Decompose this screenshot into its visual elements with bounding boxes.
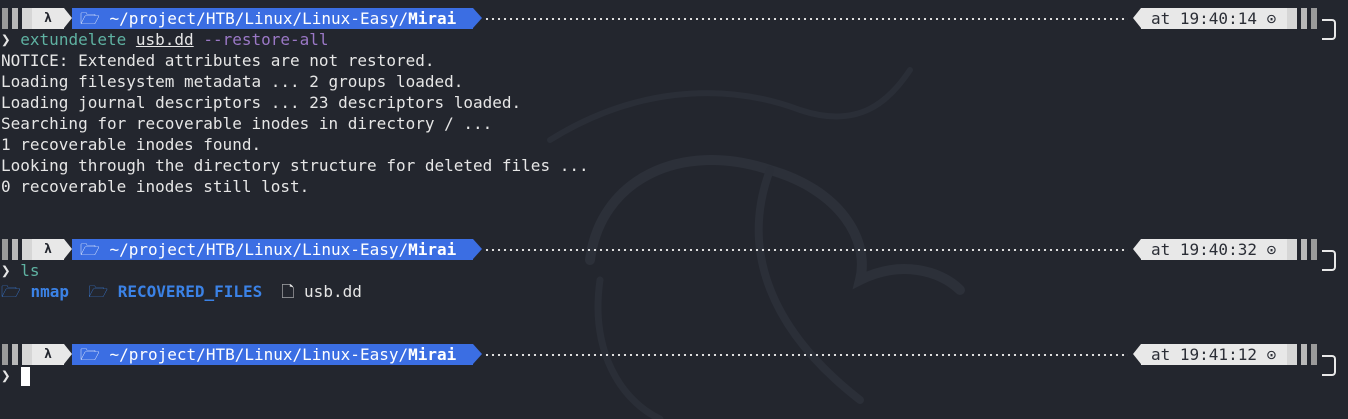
prompt-chevron-icon: ❯ — [1, 261, 11, 280]
output-line: NOTICE: Extended attributes are not rest… — [1, 51, 435, 70]
segment-separator — [473, 344, 482, 364]
folder-icon: 🗁 — [80, 9, 100, 28]
output-line: Searching for recoverable inodes in dire… — [1, 114, 493, 133]
command-argument: usb.dd — [135, 30, 194, 49]
prompt-bracket — [1322, 19, 1336, 40]
command-program: ls — [20, 261, 40, 280]
time-segment: at 19:40:32 ⊙ — [1141, 239, 1287, 260]
segment-separator — [64, 344, 72, 364]
path-segment: 🗁 ~/project/HTB/Linux/Linux-Easy/Mirai — [72, 344, 473, 365]
prompt-right-blocks — [1287, 8, 1317, 29]
output-line: Looking through the directory structure … — [1, 156, 589, 175]
command-option: --restore-all — [203, 30, 329, 49]
lambda-icon: λ — [32, 344, 64, 365]
folder-icon: 🗁 — [80, 345, 100, 364]
output-line: Loading filesystem metadata ... 2 groups… — [1, 72, 464, 91]
prompt-bar: λ 🗁 ~/project/HTB/Linux/Linux-Easy/Mirai… — [0, 344, 1348, 365]
path-segment: 🗁 ~/project/HTB/Linux/Linux-Easy/Mirai — [72, 8, 473, 29]
command-program: extundelete — [20, 30, 127, 49]
prompt-bracket — [1322, 250, 1336, 271]
clock-icon: ⊙ — [1266, 345, 1277, 364]
path-prefix: ~/project/HTB/Linux/Linux-Easy/ — [109, 240, 409, 259]
folder-icon: 🗁 — [80, 240, 100, 259]
path-segment: 🗁 ~/project/HTB/Linux/Linux-Easy/Mirai — [72, 239, 473, 260]
prompt-bar: λ 🗁 ~/project/HTB/Linux/Linux-Easy/Mirai… — [0, 8, 1348, 29]
folder-open-icon: 🗁 — [1, 282, 21, 301]
prompt-left-blocks — [2, 8, 32, 29]
file-icon: 🗋 — [281, 282, 295, 301]
prompt-chevron-icon: ❯ — [1, 366, 11, 385]
time-label: at 19:40:32 — [1151, 240, 1257, 259]
current-dir: Mirai — [408, 240, 457, 259]
output-line: 0 recoverable inodes still lost. — [1, 177, 310, 196]
current-dir: Mirai — [408, 9, 457, 28]
segment-separator — [64, 8, 72, 28]
segment-separator — [64, 239, 72, 259]
output-line: 1 recoverable inodes found. — [1, 135, 262, 154]
command-line: ❯ ls — [1, 260, 40, 281]
clock-icon: ⊙ — [1266, 9, 1277, 28]
prompt-dotted-filler — [484, 249, 1128, 251]
prompt-bracket — [1322, 355, 1336, 376]
list-item-directory: nmap — [30, 282, 70, 301]
segment-separator — [1133, 239, 1141, 259]
output-line: Loading journal descriptors ... 23 descr… — [1, 93, 522, 112]
current-dir: Mirai — [408, 345, 457, 364]
segment-separator — [473, 8, 482, 28]
folder-open-icon: 🗁 — [88, 282, 109, 301]
prompt-chevron-icon: ❯ — [1, 30, 11, 49]
time-label: at 19:41:12 — [1151, 345, 1257, 364]
text-cursor[interactable] — [20, 367, 30, 386]
path-prefix: ~/project/HTB/Linux/Linux-Easy/ — [109, 9, 409, 28]
time-label: at 19:40:14 — [1151, 9, 1257, 28]
segment-separator — [1133, 344, 1141, 364]
command-line[interactable]: ❯ — [1, 365, 30, 386]
prompt-right-blocks — [1287, 239, 1317, 260]
lambda-icon: λ — [32, 239, 64, 260]
path-prefix: ~/project/HTB/Linux/Linux-Easy/ — [109, 345, 409, 364]
lambda-icon: λ — [32, 8, 64, 29]
prompt-right-blocks — [1287, 344, 1317, 365]
terminal-window[interactable]: λ 🗁 ~/project/HTB/Linux/Linux-Easy/Mirai… — [0, 0, 1348, 419]
prompt-left-blocks — [2, 239, 32, 260]
time-segment: at 19:41:12 ⊙ — [1141, 344, 1287, 365]
time-segment: at 19:40:14 ⊙ — [1141, 8, 1287, 29]
prompt-left-blocks — [2, 344, 32, 365]
ls-output: 🗁 nmap 🗁 RECOVERED_FILES 🗋 usb.dd — [1, 281, 362, 302]
command-line: ❯ extundelete usb.dd --restore-all — [1, 29, 329, 50]
clock-icon: ⊙ — [1266, 240, 1277, 259]
prompt-dotted-filler — [484, 18, 1128, 20]
list-item-directory: RECOVERED_FILES — [117, 282, 263, 301]
prompt-dotted-filler — [484, 354, 1128, 356]
prompt-bar: λ 🗁 ~/project/HTB/Linux/Linux-Easy/Mirai… — [0, 239, 1348, 260]
segment-separator — [1133, 8, 1141, 28]
list-item-file: usb.dd — [304, 282, 362, 301]
segment-separator — [473, 239, 482, 259]
